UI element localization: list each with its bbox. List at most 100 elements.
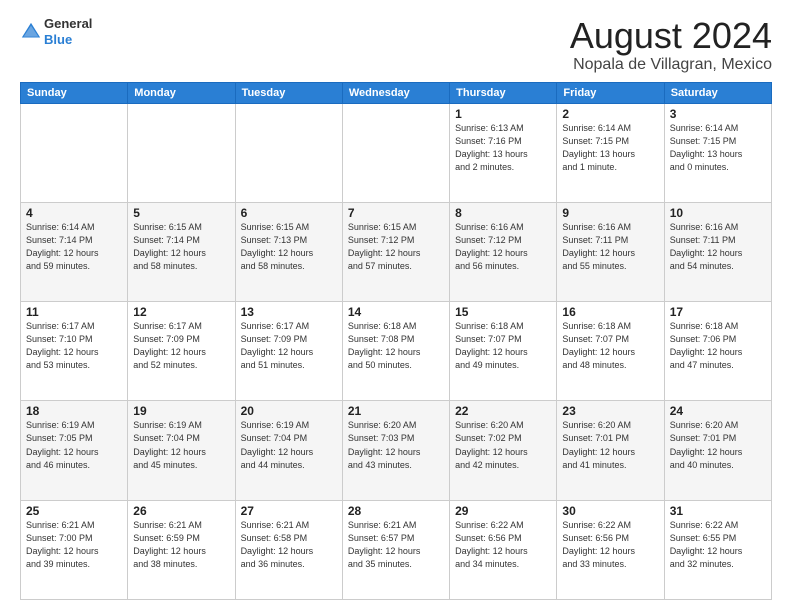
day-number: 9 — [562, 206, 658, 220]
table-row: 31Sunrise: 6:22 AM Sunset: 6:55 PM Dayli… — [664, 500, 771, 599]
day-info: Sunrise: 6:14 AM Sunset: 7:14 PM Dayligh… — [26, 221, 122, 273]
day-number: 29 — [455, 504, 551, 518]
col-saturday: Saturday — [664, 82, 771, 103]
day-number: 10 — [670, 206, 766, 220]
table-row: 23Sunrise: 6:20 AM Sunset: 7:01 PM Dayli… — [557, 401, 664, 500]
day-info: Sunrise: 6:22 AM Sunset: 6:55 PM Dayligh… — [670, 519, 766, 571]
table-row: 15Sunrise: 6:18 AM Sunset: 7:07 PM Dayli… — [450, 302, 557, 401]
day-number: 26 — [133, 504, 229, 518]
day-number: 24 — [670, 404, 766, 418]
day-info: Sunrise: 6:18 AM Sunset: 7:07 PM Dayligh… — [455, 320, 551, 372]
day-info: Sunrise: 6:15 AM Sunset: 7:12 PM Dayligh… — [348, 221, 444, 273]
col-thursday: Thursday — [450, 82, 557, 103]
week-row-3: 11Sunrise: 6:17 AM Sunset: 7:10 PM Dayli… — [21, 302, 772, 401]
day-info: Sunrise: 6:19 AM Sunset: 7:04 PM Dayligh… — [241, 419, 337, 471]
day-number: 23 — [562, 404, 658, 418]
day-number: 1 — [455, 107, 551, 121]
day-info: Sunrise: 6:20 AM Sunset: 7:01 PM Dayligh… — [670, 419, 766, 471]
day-info: Sunrise: 6:21 AM Sunset: 7:00 PM Dayligh… — [26, 519, 122, 571]
table-row: 28Sunrise: 6:21 AM Sunset: 6:57 PM Dayli… — [342, 500, 449, 599]
day-number: 18 — [26, 404, 122, 418]
day-info: Sunrise: 6:13 AM Sunset: 7:16 PM Dayligh… — [455, 122, 551, 174]
logo-general: General — [44, 16, 92, 32]
day-number: 31 — [670, 504, 766, 518]
day-number: 11 — [26, 305, 122, 319]
day-info: Sunrise: 6:22 AM Sunset: 6:56 PM Dayligh… — [455, 519, 551, 571]
table-row: 29Sunrise: 6:22 AM Sunset: 6:56 PM Dayli… — [450, 500, 557, 599]
day-info: Sunrise: 6:21 AM Sunset: 6:59 PM Dayligh… — [133, 519, 229, 571]
table-row: 13Sunrise: 6:17 AM Sunset: 7:09 PM Dayli… — [235, 302, 342, 401]
table-row — [21, 103, 128, 202]
day-number: 3 — [670, 107, 766, 121]
table-row — [235, 103, 342, 202]
day-info: Sunrise: 6:16 AM Sunset: 7:11 PM Dayligh… — [670, 221, 766, 273]
day-info: Sunrise: 6:19 AM Sunset: 7:05 PM Dayligh… — [26, 419, 122, 471]
table-row: 19Sunrise: 6:19 AM Sunset: 7:04 PM Dayli… — [128, 401, 235, 500]
day-number: 15 — [455, 305, 551, 319]
table-row: 18Sunrise: 6:19 AM Sunset: 7:05 PM Dayli… — [21, 401, 128, 500]
table-row — [342, 103, 449, 202]
day-info: Sunrise: 6:17 AM Sunset: 7:09 PM Dayligh… — [133, 320, 229, 372]
table-row: 20Sunrise: 6:19 AM Sunset: 7:04 PM Dayli… — [235, 401, 342, 500]
logo-icon — [20, 21, 42, 43]
title-block: August 2024 Nopala de Villagran, Mexico — [570, 16, 772, 74]
week-row-2: 4Sunrise: 6:14 AM Sunset: 7:14 PM Daylig… — [21, 202, 772, 301]
day-number: 16 — [562, 305, 658, 319]
table-row: 10Sunrise: 6:16 AM Sunset: 7:11 PM Dayli… — [664, 202, 771, 301]
day-number: 19 — [133, 404, 229, 418]
logo: General Blue — [20, 16, 92, 47]
table-row: 7Sunrise: 6:15 AM Sunset: 7:12 PM Daylig… — [342, 202, 449, 301]
day-info: Sunrise: 6:14 AM Sunset: 7:15 PM Dayligh… — [562, 122, 658, 174]
col-monday: Monday — [128, 82, 235, 103]
logo-blue: Blue — [44, 32, 92, 48]
day-number: 12 — [133, 305, 229, 319]
table-row: 3Sunrise: 6:14 AM Sunset: 7:15 PM Daylig… — [664, 103, 771, 202]
day-number: 20 — [241, 404, 337, 418]
page: General Blue August 2024 Nopala de Villa… — [0, 0, 792, 612]
day-number: 14 — [348, 305, 444, 319]
calendar-table: Sunday Monday Tuesday Wednesday Thursday… — [20, 82, 772, 600]
day-info: Sunrise: 6:20 AM Sunset: 7:01 PM Dayligh… — [562, 419, 658, 471]
day-number: 28 — [348, 504, 444, 518]
day-number: 6 — [241, 206, 337, 220]
day-number: 17 — [670, 305, 766, 319]
logo-text: General Blue — [44, 16, 92, 47]
table-row: 14Sunrise: 6:18 AM Sunset: 7:08 PM Dayli… — [342, 302, 449, 401]
location-title: Nopala de Villagran, Mexico — [570, 56, 772, 74]
day-info: Sunrise: 6:21 AM Sunset: 6:57 PM Dayligh… — [348, 519, 444, 571]
table-row: 2Sunrise: 6:14 AM Sunset: 7:15 PM Daylig… — [557, 103, 664, 202]
table-row: 21Sunrise: 6:20 AM Sunset: 7:03 PM Dayli… — [342, 401, 449, 500]
day-info: Sunrise: 6:17 AM Sunset: 7:10 PM Dayligh… — [26, 320, 122, 372]
table-row: 16Sunrise: 6:18 AM Sunset: 7:07 PM Dayli… — [557, 302, 664, 401]
day-info: Sunrise: 6:19 AM Sunset: 7:04 PM Dayligh… — [133, 419, 229, 471]
table-row: 9Sunrise: 6:16 AM Sunset: 7:11 PM Daylig… — [557, 202, 664, 301]
header: General Blue August 2024 Nopala de Villa… — [20, 16, 772, 74]
col-friday: Friday — [557, 82, 664, 103]
day-info: Sunrise: 6:16 AM Sunset: 7:12 PM Dayligh… — [455, 221, 551, 273]
table-row — [128, 103, 235, 202]
day-number: 2 — [562, 107, 658, 121]
day-info: Sunrise: 6:18 AM Sunset: 7:08 PM Dayligh… — [348, 320, 444, 372]
calendar-header-row: Sunday Monday Tuesday Wednesday Thursday… — [21, 82, 772, 103]
table-row: 4Sunrise: 6:14 AM Sunset: 7:14 PM Daylig… — [21, 202, 128, 301]
day-info: Sunrise: 6:14 AM Sunset: 7:15 PM Dayligh… — [670, 122, 766, 174]
day-info: Sunrise: 6:20 AM Sunset: 7:02 PM Dayligh… — [455, 419, 551, 471]
month-title: August 2024 — [570, 16, 772, 56]
day-info: Sunrise: 6:18 AM Sunset: 7:06 PM Dayligh… — [670, 320, 766, 372]
day-number: 13 — [241, 305, 337, 319]
table-row: 12Sunrise: 6:17 AM Sunset: 7:09 PM Dayli… — [128, 302, 235, 401]
table-row: 25Sunrise: 6:21 AM Sunset: 7:00 PM Dayli… — [21, 500, 128, 599]
table-row: 26Sunrise: 6:21 AM Sunset: 6:59 PM Dayli… — [128, 500, 235, 599]
table-row: 22Sunrise: 6:20 AM Sunset: 7:02 PM Dayli… — [450, 401, 557, 500]
day-number: 21 — [348, 404, 444, 418]
week-row-4: 18Sunrise: 6:19 AM Sunset: 7:05 PM Dayli… — [21, 401, 772, 500]
table-row: 11Sunrise: 6:17 AM Sunset: 7:10 PM Dayli… — [21, 302, 128, 401]
day-number: 25 — [26, 504, 122, 518]
col-tuesday: Tuesday — [235, 82, 342, 103]
day-info: Sunrise: 6:16 AM Sunset: 7:11 PM Dayligh… — [562, 221, 658, 273]
col-sunday: Sunday — [21, 82, 128, 103]
day-info: Sunrise: 6:17 AM Sunset: 7:09 PM Dayligh… — [241, 320, 337, 372]
day-number: 4 — [26, 206, 122, 220]
table-row: 30Sunrise: 6:22 AM Sunset: 6:56 PM Dayli… — [557, 500, 664, 599]
week-row-1: 1Sunrise: 6:13 AM Sunset: 7:16 PM Daylig… — [21, 103, 772, 202]
